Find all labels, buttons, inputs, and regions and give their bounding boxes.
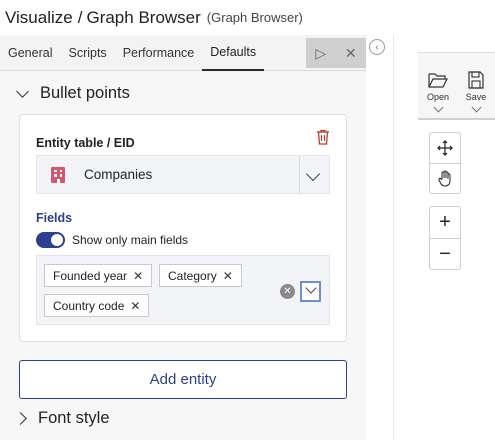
chevron-right-icon	[14, 412, 27, 425]
chevron-down-icon[interactable]	[471, 102, 481, 113]
chevron-down-icon[interactable]	[305, 166, 321, 182]
settings-panel: General Scripts Performance Defaults ▷ ✕…	[0, 35, 366, 440]
zoom-out-button[interactable]: −	[430, 238, 460, 269]
entity-table-label: Entity table / EID	[36, 136, 135, 150]
tab-general[interactable]: General	[0, 35, 60, 71]
close-icon[interactable]: ✕	[345, 45, 357, 62]
navigation-controls	[429, 132, 461, 194]
zoom-in-button[interactable]: +	[430, 207, 460, 238]
main-fields-toggle-label: Show only main fields	[72, 233, 189, 247]
save-label: Save	[465, 92, 487, 102]
main-fields-toggle[interactable]	[36, 232, 65, 248]
breadcrumb-separator: /	[77, 7, 83, 27]
move-icon	[437, 140, 453, 156]
page-header: Visualize / Graph Browser (Graph Browser…	[0, 0, 495, 35]
entity-select-value: Companies	[84, 167, 153, 182]
tab-defaults[interactable]: Defaults	[202, 35, 265, 71]
breadcrumb-visualize[interactable]: Visualize	[5, 8, 73, 28]
tab-performance[interactable]: Performance	[115, 35, 203, 71]
save-icon	[468, 71, 484, 89]
zoom-controls: + −	[429, 206, 461, 270]
fields-dropdown-button[interactable]	[300, 281, 321, 302]
hand-tool-button[interactable]	[430, 163, 460, 193]
open-button[interactable]: Open	[420, 53, 456, 121]
font-style-header[interactable]: Font style	[14, 409, 110, 428]
chip-label: Country code	[53, 298, 125, 313]
bullet-points-header[interactable]: Bullet points	[16, 84, 130, 103]
chevron-down-icon[interactable]	[433, 102, 443, 113]
clear-all-icon[interactable]: ✕	[280, 284, 295, 299]
chevron-down-icon	[16, 85, 29, 98]
field-chip: Country code ✕	[44, 294, 150, 317]
remove-chip-icon[interactable]: ✕	[130, 299, 140, 313]
remove-chip-icon[interactable]: ✕	[223, 269, 233, 283]
pan-move-button[interactable]	[430, 133, 460, 163]
run-icon[interactable]: ▷	[315, 45, 326, 62]
fields-label: Fields	[36, 211, 73, 225]
folder-icon	[428, 73, 448, 88]
remove-chip-icon[interactable]: ✕	[133, 269, 143, 283]
tab-actions: ▷ ✕	[306, 38, 366, 68]
page-subtitle: (Graph Browser)	[206, 10, 303, 25]
fields-multiselect[interactable]: Founded year ✕ Category ✕ Country code ✕…	[36, 255, 330, 325]
chip-label: Founded year	[53, 268, 128, 283]
delete-icon[interactable]	[316, 129, 330, 145]
tab-scripts[interactable]: Scripts	[60, 35, 114, 71]
defaults-content: Bullet points Entity table / EID Compani…	[0, 72, 366, 440]
page-title: Graph Browser	[86, 7, 201, 27]
collapse-panel-icon[interactable]: ‹	[369, 39, 385, 55]
graph-toolbar: Open Save	[418, 52, 495, 120]
field-chip: Founded year ✕	[44, 264, 153, 287]
bullet-points-title: Bullet points	[40, 84, 130, 102]
entity-card: Entity table / EID Companies Fields Show…	[19, 114, 347, 342]
building-icon	[51, 166, 65, 183]
hand-icon	[438, 170, 451, 187]
entity-select[interactable]: Companies	[36, 155, 330, 194]
add-entity-button[interactable]: Add entity	[19, 360, 347, 399]
field-chip: Category ✕	[159, 264, 242, 287]
open-label: Open	[426, 92, 450, 102]
font-style-title: Font style	[38, 409, 110, 427]
save-button[interactable]: Save	[458, 53, 494, 121]
graph-canvas[interactable]: Open Save + −	[393, 35, 495, 440]
chip-label: Category	[168, 268, 217, 283]
